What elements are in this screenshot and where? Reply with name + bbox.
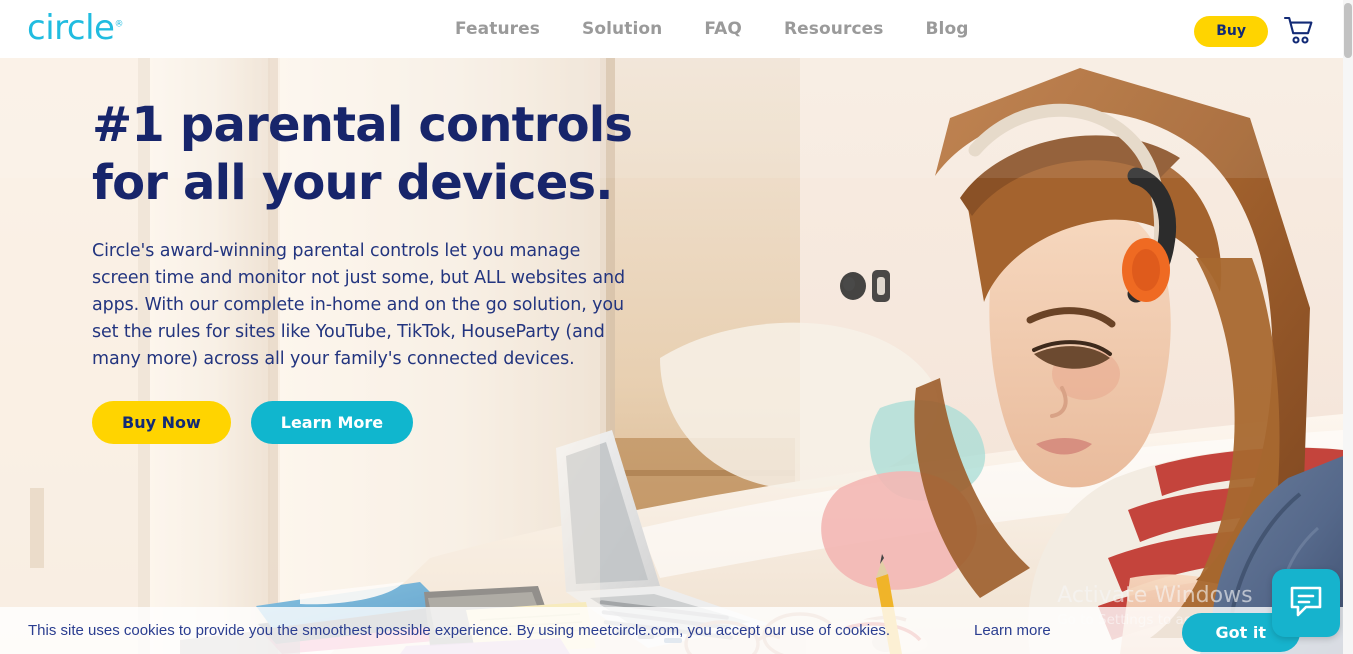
chat-bubble-icon: [1288, 584, 1324, 623]
shopping-cart-icon[interactable]: [1283, 15, 1315, 45]
buy-now-button[interactable]: Buy Now: [92, 401, 231, 445]
page-title: #1 parental controls for all your device…: [92, 96, 652, 212]
hero-description: Circle's award-winning parental controls…: [92, 241, 625, 369]
scrollbar-thumb[interactable]: [1344, 3, 1352, 58]
cookie-learn-more-link[interactable]: Learn more: [974, 622, 1051, 639]
hero-copy-block: #1 parental controls for all your device…: [92, 96, 652, 445]
hero-cta-row: Buy Now Learn More: [92, 401, 652, 445]
headline-line-1: #1 parental controls: [92, 97, 633, 153]
nav-item-faq[interactable]: FAQ: [683, 0, 763, 58]
circle-logo[interactable]: circle®: [27, 11, 123, 45]
registered-trademark-icon: ®: [114, 19, 124, 30]
vertical-scrollbar[interactable]: [1343, 0, 1353, 654]
cookie-consent-banner: This site uses cookies to provide you th…: [0, 607, 1343, 654]
chat-widget-button[interactable]: [1272, 569, 1340, 637]
logo-wordmark: circle: [27, 8, 115, 48]
nav-item-features[interactable]: Features: [434, 0, 561, 58]
site-header: circle® Features Solution FAQ Resources …: [0, 0, 1343, 58]
learn-more-button[interactable]: Learn More: [250, 401, 414, 445]
header-buy-button[interactable]: Buy: [1194, 16, 1268, 47]
page-root: circle® Features Solution FAQ Resources …: [0, 0, 1353, 654]
main-navigation: Features Solution FAQ Resources Blog: [434, 0, 990, 58]
nav-item-blog[interactable]: Blog: [905, 0, 990, 58]
hero-section: #1 parental controls for all your device…: [0, 58, 1343, 654]
headline-line-2: for all your devices.: [92, 155, 614, 211]
nav-item-resources[interactable]: Resources: [763, 0, 905, 58]
cookie-message: This site uses cookies to provide you th…: [28, 621, 891, 639]
nav-item-solution[interactable]: Solution: [561, 0, 683, 58]
